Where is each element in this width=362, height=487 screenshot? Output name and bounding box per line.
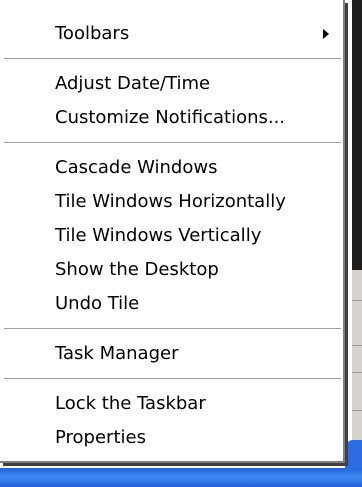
menu-section-date-notifications: Adjust Date/Time Customize Notifications… bbox=[0, 67, 343, 135]
submenu-arrow-icon bbox=[323, 29, 329, 39]
menu-section-toolbars: Toolbars bbox=[0, 17, 343, 51]
screen: Toolbars Adjust Date/Time Customize Noti… bbox=[0, 0, 362, 487]
menu-item-label: Undo Tile bbox=[55, 293, 140, 314]
menu-item-label: Cascade Windows bbox=[55, 157, 218, 178]
menu-section-taskbar-settings: Lock the Taskbar Properties bbox=[0, 387, 343, 455]
menu-section-task-manager: Task Manager bbox=[0, 337, 343, 371]
menu-item-label: Properties bbox=[55, 427, 146, 448]
taskbar[interactable] bbox=[0, 468, 362, 487]
menu-item-tile-horizontally[interactable]: Tile Windows Horizontally bbox=[0, 185, 343, 219]
background-window-divider bbox=[352, 410, 362, 411]
menu-item-lock-taskbar[interactable]: Lock the Taskbar bbox=[0, 387, 343, 421]
menu-item-task-manager[interactable]: Task Manager bbox=[0, 337, 343, 371]
menu-item-adjust-date-time[interactable]: Adjust Date/Time bbox=[0, 67, 343, 101]
menu-item-properties[interactable]: Properties bbox=[0, 421, 343, 455]
menu-item-customize-notifications[interactable]: Customize Notifications... bbox=[0, 101, 343, 135]
menu-item-label: Tile Windows Vertically bbox=[55, 225, 262, 246]
menu-item-label: Customize Notifications... bbox=[55, 107, 286, 128]
menu-item-label: Lock the Taskbar bbox=[55, 393, 206, 414]
menu-item-label: Task Manager bbox=[55, 343, 179, 364]
taskbar-button-edge[interactable] bbox=[345, 440, 362, 470]
background-window-gray-edge bbox=[352, 270, 362, 440]
menu-item-show-desktop[interactable]: Show the Desktop bbox=[0, 253, 343, 287]
menu-separator bbox=[4, 328, 341, 330]
menu-section-window-arrangement: Cascade Windows Tile Windows Horizontall… bbox=[0, 151, 343, 321]
menu-item-label: Tile Windows Horizontally bbox=[55, 191, 286, 212]
menu-item-label: Toolbars bbox=[55, 23, 130, 44]
menu-separator bbox=[4, 378, 341, 380]
menu-item-cascade-windows[interactable]: Cascade Windows bbox=[0, 151, 343, 185]
menu-item-toolbars[interactable]: Toolbars bbox=[0, 17, 343, 51]
background-window-divider bbox=[352, 300, 362, 301]
menu-separator bbox=[4, 142, 341, 144]
menu-item-label: Show the Desktop bbox=[55, 259, 219, 280]
background-window-divider bbox=[352, 372, 362, 373]
taskbar-context-menu: Toolbars Adjust Date/Time Customize Noti… bbox=[0, 0, 345, 463]
menu-item-label: Adjust Date/Time bbox=[55, 73, 211, 94]
menu-separator bbox=[4, 58, 341, 60]
menu-item-tile-vertically[interactable]: Tile Windows Vertically bbox=[0, 219, 343, 253]
menu-item-undo-tile[interactable]: Undo Tile bbox=[0, 287, 343, 321]
background-window-divider bbox=[352, 345, 362, 346]
